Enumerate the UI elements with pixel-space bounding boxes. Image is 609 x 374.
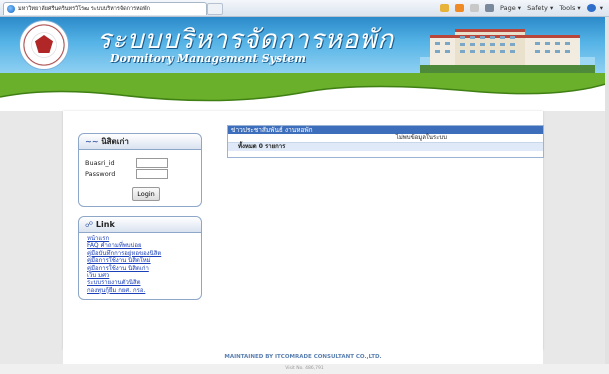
login-box-header: ∼∼ นิสิตเก่า <box>79 134 201 150</box>
ie-favicon-icon <box>7 5 15 13</box>
browser-tab[interactable]: มหาวิทยาลัยศรีนครินทรวิโรฒ ระบบบริหารจัด… <box>3 2 207 15</box>
dormitory-building-image <box>420 29 595 73</box>
visit-counter: Visit No. 486,791 <box>0 364 609 374</box>
username-label: Buasri_id <box>85 159 115 167</box>
banner-english-title: Dormitory Management System <box>110 52 306 65</box>
link-box: ☍ Link หน้าแรก FAQ คำถามที่พบบ่อย คู่มือ… <box>78 216 202 300</box>
feeds-icon[interactable] <box>454 4 464 12</box>
news-header: ข่าวประชาสัมพันธ์ งานหอพัก <box>228 126 543 134</box>
link-item[interactable]: คู่มือการใช้งาน นิสิตเก่า <box>87 265 161 272</box>
ribbon-wave-decoration <box>0 73 609 113</box>
link-item[interactable]: กองทุนกู้ยืม กยศ. กรอ. <box>87 287 161 294</box>
university-seal-logo <box>20 21 68 69</box>
login-box-title: นิสิตเก่า <box>101 137 129 146</box>
link-icon: ☍ <box>85 220 94 229</box>
news-total-row: ทั้งหมด 0 รายการ <box>228 143 543 151</box>
browser-command-bar: Page ▾ Safety ▾ Tools ▾ ▾ <box>436 2 603 14</box>
link-list: หน้าแรก FAQ คำถามที่พบบ่อย คู่มือบันทึกก… <box>87 235 161 294</box>
vertical-scrollbar[interactable] <box>605 17 609 364</box>
password-label: Password <box>85 170 116 178</box>
footer: MAINTAINED BY ITCOMRADE CONSULTANT CO.,L… <box>63 350 543 364</box>
users-icon: ∼∼ <box>85 137 99 146</box>
print-icon[interactable] <box>484 4 494 12</box>
site-banner: ระบบบริหารจัดการหอพัก Dormitory Manageme… <box>0 17 609 73</box>
home-icon[interactable] <box>439 4 449 12</box>
username-input[interactable] <box>136 158 168 168</box>
tab-title: มหาวิทยาลัยศรีนครินทรวิโรฒ ระบบบริหารจัด… <box>18 6 150 12</box>
news-table: ข่าวประชาสัมพันธ์ งานหอพัก ไม่พบข้อมูลใน… <box>227 125 544 158</box>
safety-menu[interactable]: Safety ▾ <box>527 4 553 12</box>
link-box-header: ☍ Link <box>79 217 201 233</box>
help-menu[interactable]: ▾ <box>600 4 603 12</box>
page-menu[interactable]: Page ▾ <box>500 4 521 12</box>
mail-icon[interactable] <box>469 4 479 12</box>
link-item[interactable]: FAQ คำถามที่พบบ่อย <box>87 242 161 249</box>
link-item[interactable]: เว็บ มศว <box>87 272 161 279</box>
link-item[interactable]: คู่มือการใช้งาน นิสิตใหม่ <box>87 257 161 264</box>
login-box: ∼∼ นิสิตเก่า Buasri_id Password Login <box>78 133 202 207</box>
news-empty-row: ไม่พบข้อมูลในระบบ <box>228 134 543 143</box>
browser-tab-bar: มหาวิทยาลัยศรีนครินทรวิโรฒ ระบบบริหารจัด… <box>0 0 609 17</box>
password-input[interactable] <box>136 169 168 179</box>
new-tab-button[interactable] <box>207 3 223 15</box>
help-icon[interactable] <box>586 4 596 12</box>
link-box-title: Link <box>95 220 115 229</box>
link-item[interactable]: ระบบรายงานตัวนิสิต <box>87 279 161 286</box>
login-button[interactable]: Login <box>132 187 160 201</box>
tools-menu[interactable]: Tools ▾ <box>559 4 580 12</box>
